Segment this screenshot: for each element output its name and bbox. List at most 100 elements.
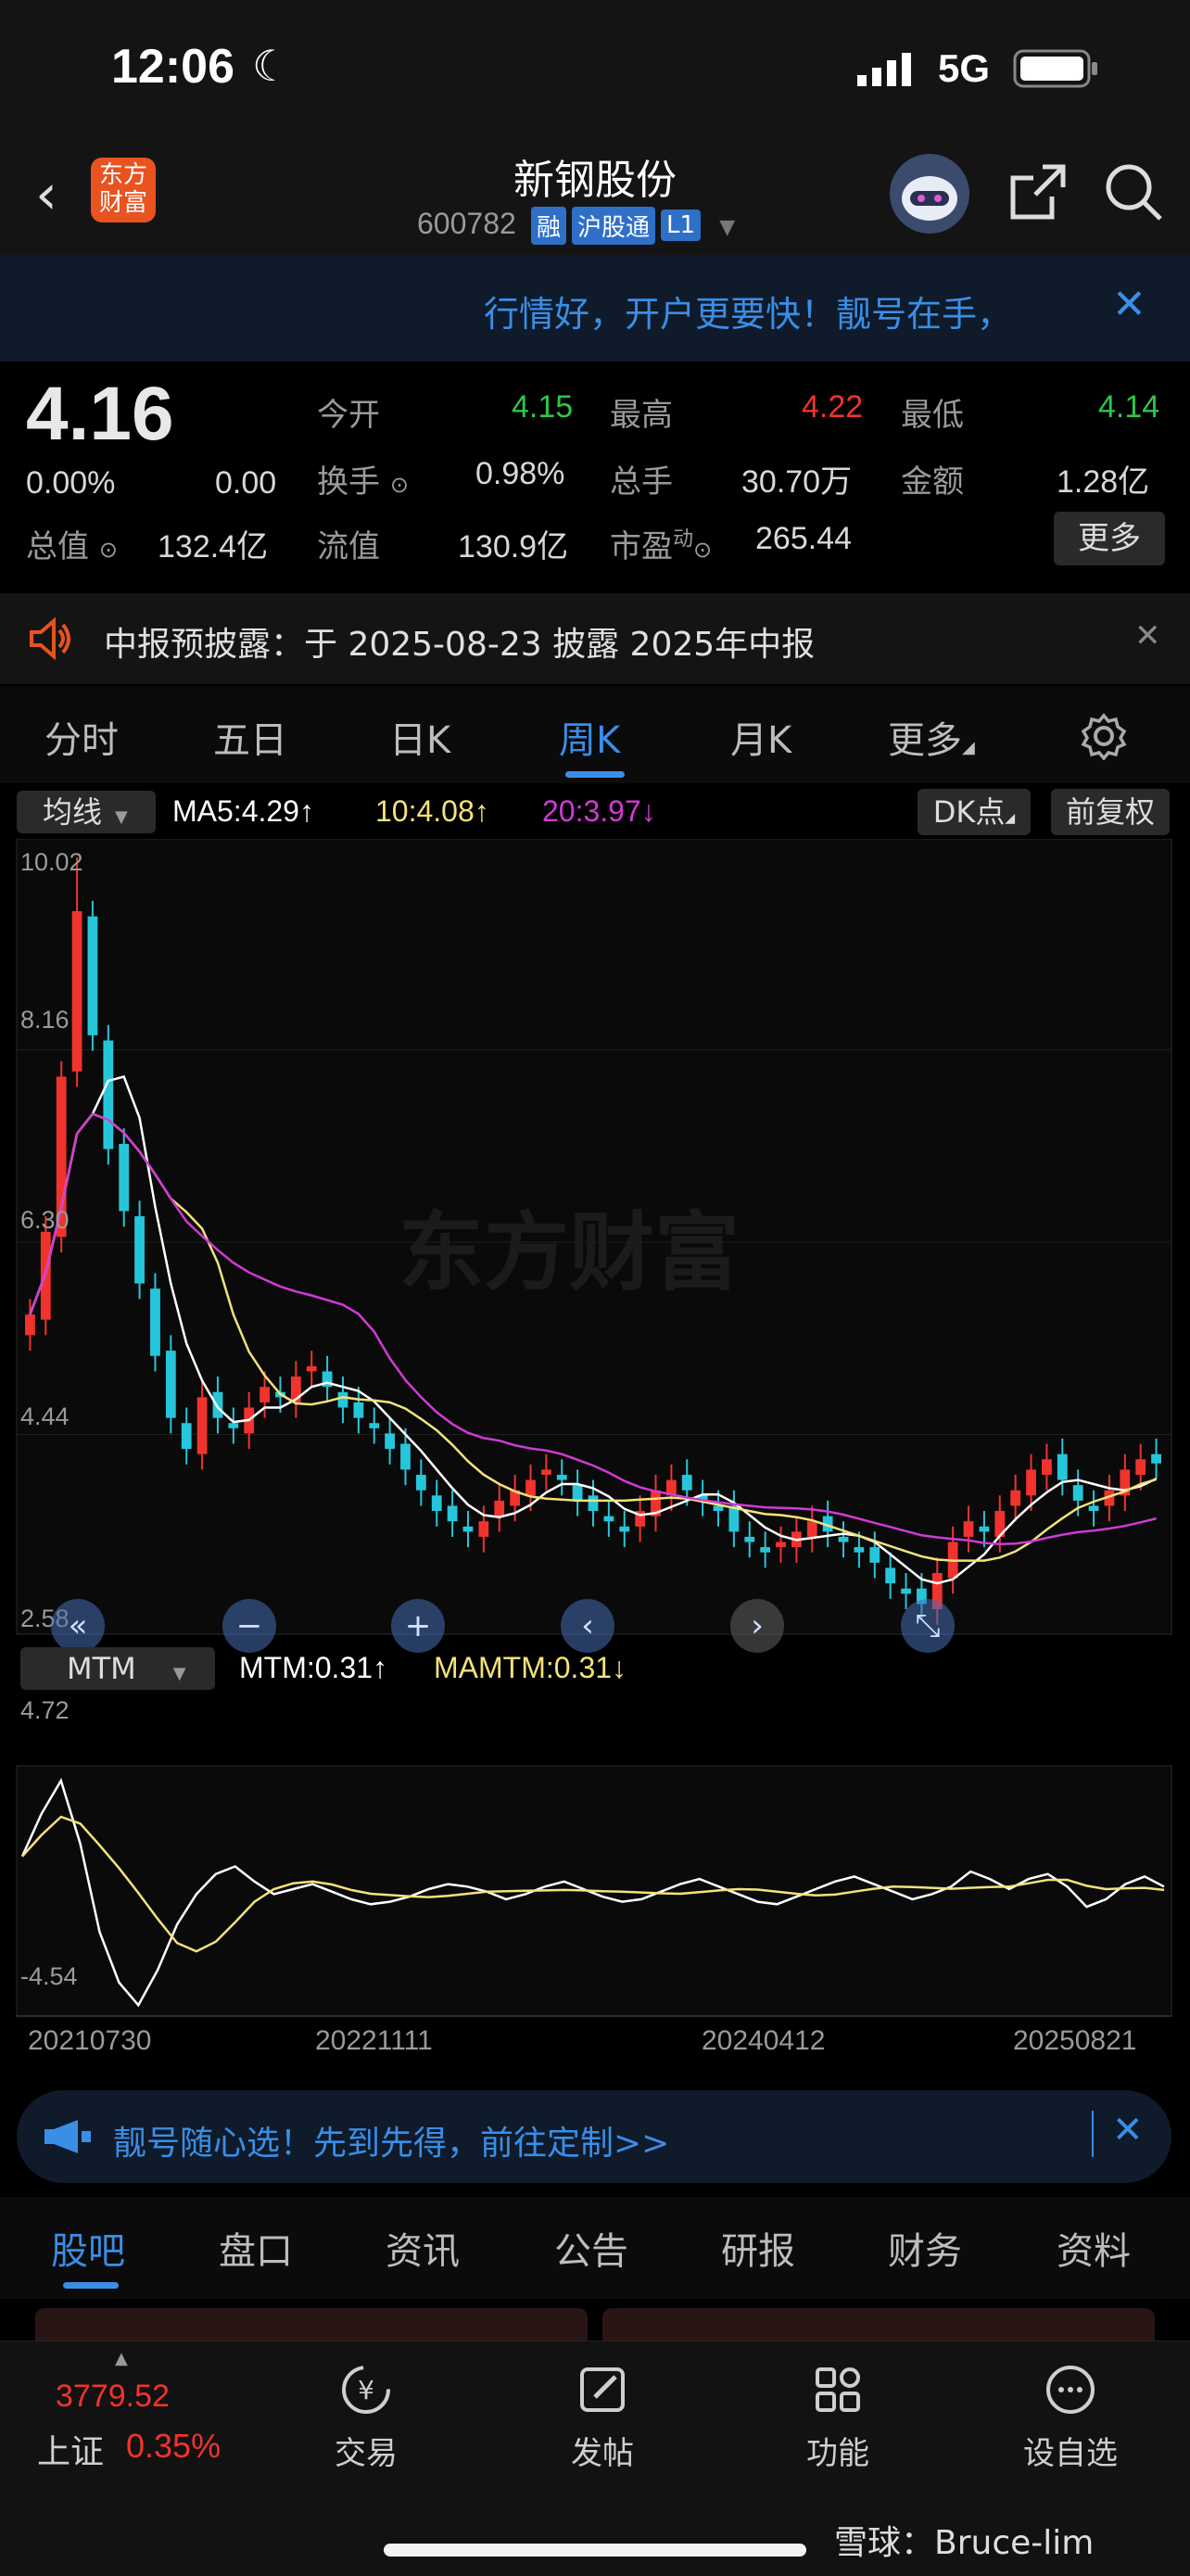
date-label-4: 20250821 xyxy=(1013,2025,1137,2056)
caret-up-icon: ▲ xyxy=(115,2349,128,2368)
tab-intraday[interactable]: 分时 xyxy=(44,710,119,764)
index-name[interactable]: 上证 xyxy=(37,2425,104,2473)
index-value: 3779.52 xyxy=(56,2379,170,2414)
tab-research[interactable]: 研报 xyxy=(721,2221,795,2275)
candle-body xyxy=(478,1521,489,1537)
zoom-out-icon[interactable]: − xyxy=(222,1599,276,1653)
high-label: 最高 xyxy=(610,397,673,434)
add-watchlist-button[interactable]: 设自选 xyxy=(1019,2360,1121,2473)
candle-body xyxy=(71,911,82,1072)
edit-icon xyxy=(580,2367,625,2412)
zoom-in-icon[interactable]: + xyxy=(391,1599,445,1653)
close-icon[interactable]: ✕ xyxy=(1112,281,1146,328)
price-axis-max: 10.02 xyxy=(20,848,83,876)
tab-more[interactable]: 更多◢ xyxy=(888,710,975,764)
candle-body xyxy=(963,1521,974,1537)
tab-monthly[interactable]: 月K xyxy=(730,710,791,764)
stock-code-row: 600782 融沪股通 L1 ▼ xyxy=(417,206,735,245)
settings-gear-icon[interactable] xyxy=(1080,712,1128,764)
ma20-label: 20:3.97↓ xyxy=(542,794,656,828)
tab-profile[interactable]: 资料 xyxy=(1057,2221,1131,2275)
tab-orderbook[interactable]: 盘口 xyxy=(219,2221,293,2275)
amount-value: 1.28亿 xyxy=(1057,464,1150,500)
mtm-selector[interactable]: MTM ▼ xyxy=(20,1647,215,1690)
low-value: 4.14 xyxy=(1098,389,1160,425)
prev-icon[interactable]: ‹ xyxy=(561,1599,614,1653)
candle-body xyxy=(415,1475,426,1491)
divider xyxy=(1092,2111,1094,2157)
turnover-label: 换手 ⊙ xyxy=(317,463,409,501)
date-label-1: 20210730 xyxy=(28,2025,152,2056)
more-button[interactable]: 更多 xyxy=(1054,512,1165,565)
candle-body xyxy=(103,1040,114,1149)
mamtm-label: MAMTM:0.31↓ xyxy=(434,1651,627,1684)
date-label-2: 20221111 xyxy=(315,2025,433,2056)
bottom-tab-indicator xyxy=(63,2282,119,2289)
price-axis-3: 6.30 xyxy=(20,1206,70,1234)
forum-card[interactable] xyxy=(35,2308,588,2345)
stock-code: 600782 xyxy=(417,207,516,240)
last-price: 4.16 xyxy=(26,372,174,456)
promo-banner[interactable]: 行情好，开户更要快！靓号在手， ✕ xyxy=(0,255,1190,362)
tab-announcements[interactable]: 公告 xyxy=(554,2221,628,2275)
active-tab-indicator xyxy=(565,771,625,778)
dropdown-icon[interactable]: ▼ xyxy=(719,216,735,239)
network-label: 5G xyxy=(938,46,991,90)
candle-body xyxy=(854,1547,865,1553)
candle-body xyxy=(540,1469,551,1476)
float-label: 流值 xyxy=(317,528,380,565)
candle-body xyxy=(212,1391,223,1418)
function-button[interactable]: 功能 xyxy=(801,2360,875,2473)
candle-body xyxy=(369,1423,380,1428)
robot-avatar[interactable] xyxy=(890,154,969,234)
ma-selector[interactable]: 均线 ▼ xyxy=(17,791,156,833)
candle-body xyxy=(760,1547,771,1553)
tab-forum[interactable]: 股吧 xyxy=(51,2221,125,2275)
mtm-axis-min: -4.54 xyxy=(20,1962,78,1990)
open-label: 今开 xyxy=(317,397,380,434)
date-label-3: 20240412 xyxy=(702,2025,826,2056)
next-icon[interactable]: › xyxy=(730,1599,784,1653)
notice-text: 中报预披露：于 2025-08-23 披露 2025年中报 xyxy=(104,626,816,664)
promo-text: 行情好，开户更要快！靓号在手， xyxy=(484,294,1013,335)
kline-tabs: 分时 五日 日K 周K 月K 更多◢ xyxy=(0,686,1190,784)
signal-icon xyxy=(857,51,915,92)
trade-button[interactable]: ¥ 交易 xyxy=(329,2360,403,2473)
candle-body xyxy=(87,916,98,1035)
tab-weekly[interactable]: 周K xyxy=(559,710,620,764)
grid-icon xyxy=(816,2367,860,2412)
share-icon[interactable] xyxy=(1006,159,1070,228)
promo-strip[interactable]: 靓号随心选！先到先得，前往定制>> ✕ xyxy=(17,2090,1171,2183)
change-value: 0.00 xyxy=(215,465,277,501)
post-button[interactable]: 发帖 xyxy=(565,2360,639,2473)
megaphone-icon xyxy=(41,2116,95,2161)
tab-finance[interactable]: 财务 xyxy=(888,2221,962,2275)
ma5-label: MA5:4.29↑ xyxy=(172,794,314,828)
tag-connect: 沪股通 xyxy=(571,206,655,245)
tab-daily[interactable]: 日K xyxy=(389,710,450,764)
disclosure-notice[interactable]: 中报预披露：于 2025-08-23 披露 2025年中报 ✕ xyxy=(0,593,1190,684)
volume-label: 总手 xyxy=(610,463,673,501)
dk-point-button[interactable]: DK点◢ xyxy=(918,789,1031,835)
candle-body xyxy=(25,1314,35,1336)
promo-strip-close-icon[interactable]: ✕ xyxy=(1112,2109,1144,2151)
search-icon[interactable] xyxy=(1101,159,1166,228)
tab-five-day[interactable]: 五日 xyxy=(213,710,287,764)
fullscreen-icon[interactable]: ⤡ xyxy=(901,1599,955,1653)
candle-body xyxy=(885,1567,896,1584)
tab-news[interactable]: 资讯 xyxy=(386,2221,460,2275)
forum-card[interactable] xyxy=(602,2308,1155,2345)
candle-body xyxy=(1135,1459,1146,1476)
candle-body xyxy=(1042,1459,1052,1476)
notice-close-icon[interactable]: ✕ xyxy=(1134,617,1161,654)
candle-body xyxy=(181,1423,192,1450)
ma10-label: 10:4.08↑ xyxy=(375,794,489,828)
kline-chart-area: 均线 ▼ MA5:4.29↑ 10:4.08↑ 20:3.97↓ DK点◢ 前复权… xyxy=(0,783,1190,2072)
rewind-icon[interactable]: « xyxy=(51,1599,105,1653)
candle-body xyxy=(525,1479,536,1496)
kline-svg[interactable] xyxy=(0,839,1190,2072)
price-axis-2: 8.16 xyxy=(20,1006,70,1034)
candle-body xyxy=(1072,1485,1083,1501)
fq-button[interactable]: 前复权 xyxy=(1051,789,1170,835)
trade-icon: ¥ xyxy=(342,2366,390,2414)
